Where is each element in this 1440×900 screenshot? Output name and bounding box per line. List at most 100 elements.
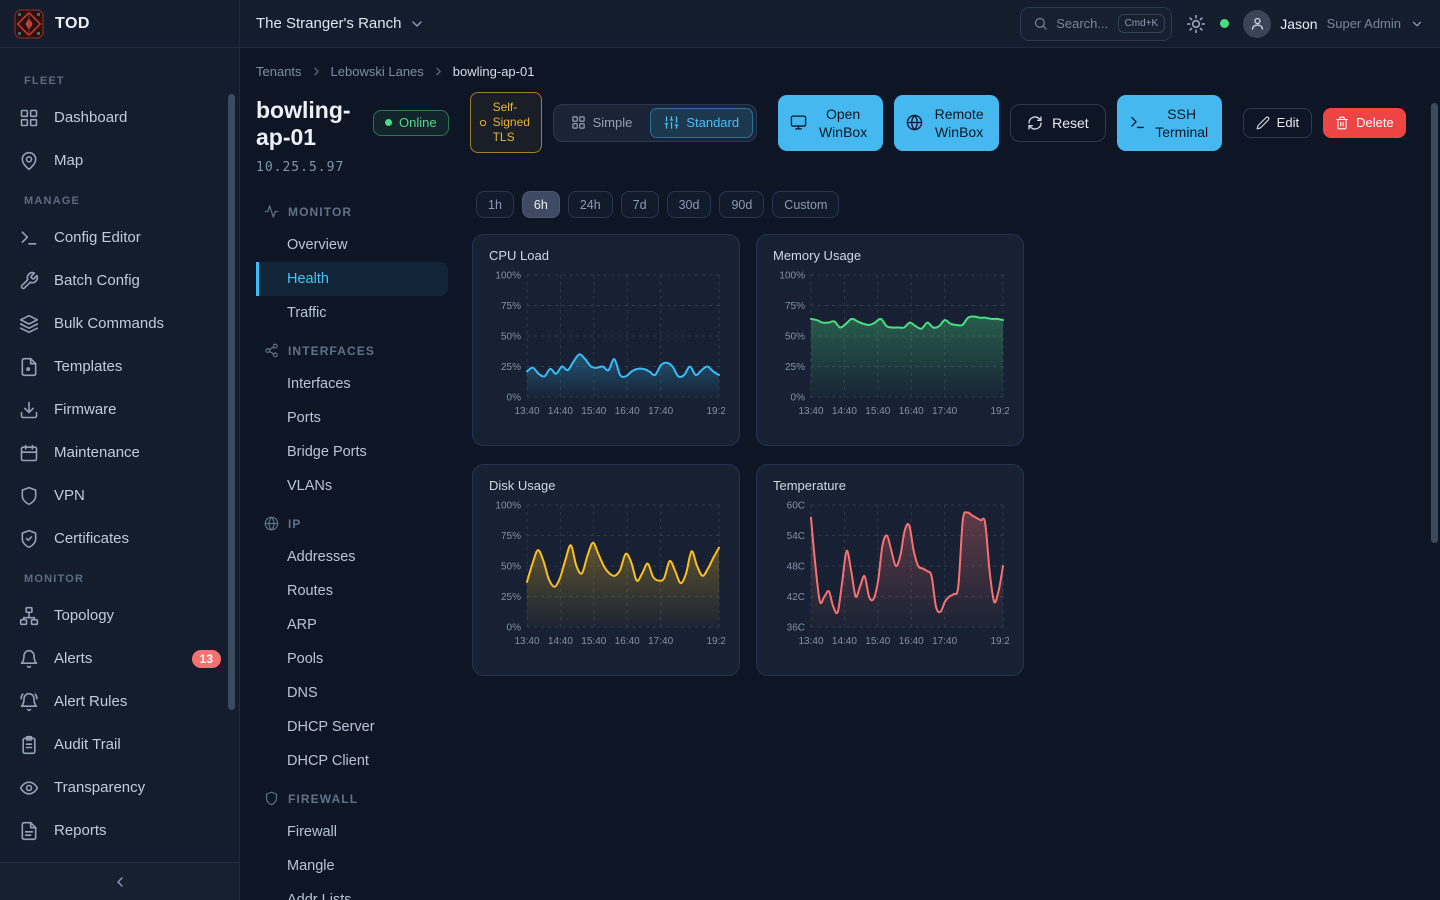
- user-name: Jason: [1280, 16, 1317, 32]
- timerange-30d[interactable]: 30d: [667, 191, 712, 218]
- topology-icon: [19, 606, 39, 626]
- svg-text:16:40: 16:40: [899, 636, 924, 647]
- layers-icon: [19, 314, 39, 334]
- subnav-item-addr-lists[interactable]: Addr Lists: [256, 883, 448, 900]
- sidebar-item-alerts[interactable]: Alerts 13: [0, 637, 239, 680]
- pencil-icon: [1256, 116, 1270, 130]
- breadcrumb-tenants[interactable]: Tenants: [256, 64, 302, 79]
- shield-check-icon: [19, 529, 39, 549]
- subnav-item-overview[interactable]: Overview: [256, 228, 448, 262]
- sidebar-item-config-editor[interactable]: Config Editor: [0, 216, 239, 259]
- svg-text:16:40: 16:40: [615, 406, 640, 417]
- subnav-item-firewall[interactable]: Firewall: [256, 815, 448, 849]
- chevron-left-icon: [112, 874, 128, 890]
- breadcrumb-lebowski-lanes[interactable]: Lebowski Lanes: [331, 64, 424, 79]
- sliders-icon: [664, 115, 679, 130]
- view-toggle-standard[interactable]: Standard: [650, 108, 753, 138]
- sidebar-item-label: Bulk Commands: [54, 315, 164, 332]
- chevron-down-icon: [1410, 17, 1424, 31]
- sidebar-item-alert-rules[interactable]: Alert Rules: [0, 680, 239, 723]
- subnav-item-health[interactable]: Health: [256, 262, 448, 296]
- sidebar-collapse-button[interactable]: [0, 862, 239, 900]
- sidebar-item-topology[interactable]: Topology: [0, 594, 239, 637]
- sidebar-item-label: Alerts: [54, 650, 92, 667]
- sidebar-section-monitor: MONITOR: [0, 560, 239, 594]
- timerange-6h[interactable]: 6h: [522, 191, 560, 218]
- svg-text:48C: 48C: [787, 562, 805, 573]
- sidebar-item-maintenance[interactable]: Maintenance: [0, 431, 239, 474]
- subnav-item-dns[interactable]: DNS: [256, 676, 448, 710]
- tenant-selector[interactable]: The Stranger's Ranch: [256, 15, 425, 32]
- shield-icon: [264, 791, 279, 806]
- sidebar-item-label: Dashboard: [54, 109, 127, 126]
- timerange-90d[interactable]: 90d: [719, 191, 764, 218]
- subnav-item-addresses[interactable]: Addresses: [256, 540, 448, 574]
- sidebar-item-reports[interactable]: Reports: [0, 809, 239, 852]
- page-scrollbar[interactable]: [1431, 103, 1438, 543]
- alerts-count-badge: 13: [192, 650, 221, 668]
- remote-winbox-button[interactable]: Remote WinBox: [894, 95, 999, 151]
- grid-icon: [571, 115, 586, 130]
- subnav-item-bridge-ports[interactable]: Bridge Ports: [256, 435, 448, 469]
- sidebar-item-certificates[interactable]: Certificates: [0, 517, 239, 560]
- sidebar-item-templates[interactable]: Templates: [0, 345, 239, 388]
- sidebar-item-batch-config[interactable]: Batch Config: [0, 259, 239, 302]
- topbar: TOD The Stranger's Ranch Search... Cmd+K…: [0, 0, 1440, 48]
- svg-text:100%: 100%: [779, 271, 805, 282]
- sidebar-item-firmware[interactable]: Firmware: [0, 388, 239, 431]
- device-name: bowling-ap-01: [256, 97, 362, 151]
- subnav-item-interfaces[interactable]: Interfaces: [256, 367, 448, 401]
- svg-text:15:40: 15:40: [581, 406, 606, 417]
- subnav-item-arp[interactable]: ARP: [256, 608, 448, 642]
- sidebar-item-label: Reports: [54, 822, 107, 839]
- delete-button[interactable]: Delete: [1323, 108, 1406, 138]
- sidebar-item-vpn[interactable]: VPN: [0, 474, 239, 517]
- svg-text:100%: 100%: [495, 501, 521, 512]
- sidebar-scrollbar[interactable]: [228, 94, 235, 710]
- subnav-item-mangle[interactable]: Mangle: [256, 849, 448, 883]
- svg-text:25%: 25%: [501, 362, 521, 373]
- timerange-7d[interactable]: 7d: [621, 191, 659, 218]
- reset-button[interactable]: Reset: [1010, 104, 1106, 142]
- svg-text:0%: 0%: [507, 393, 522, 404]
- sidebar-item-transparency[interactable]: Transparency: [0, 766, 239, 809]
- view-mode-toggle: SimpleStandard: [553, 104, 758, 142]
- svg-text:15:40: 15:40: [865, 406, 890, 417]
- tenant-name: The Stranger's Ranch: [256, 15, 401, 32]
- ssh-terminal-button[interactable]: SSH Terminal: [1117, 95, 1222, 151]
- sidebar-section-manage: MANAGE: [0, 182, 239, 216]
- app-logo[interactable]: TOD: [0, 0, 240, 47]
- sidebar-item-label: Audit Trail: [54, 736, 121, 753]
- subnav-section-label: FIREWALL: [288, 792, 358, 806]
- open-winbox-button[interactable]: Open WinBox: [778, 95, 883, 151]
- timerange-24h[interactable]: 24h: [568, 191, 613, 218]
- svg-text:54C: 54C: [787, 531, 805, 542]
- timerange-custom[interactable]: Custom: [772, 191, 839, 218]
- sidebar-item-bulk-commands[interactable]: Bulk Commands: [0, 302, 239, 345]
- svg-text:14:40: 14:40: [832, 406, 857, 417]
- sidebar-item-label: Certificates: [54, 530, 129, 547]
- subnav-item-dhcp-server[interactable]: DHCP Server: [256, 710, 448, 744]
- subnav-item-ports[interactable]: Ports: [256, 401, 448, 435]
- subnav-item-pools[interactable]: Pools: [256, 642, 448, 676]
- timerange-1h[interactable]: 1h: [476, 191, 514, 218]
- subnav-item-routes[interactable]: Routes: [256, 574, 448, 608]
- svg-text:0%: 0%: [791, 393, 806, 404]
- user-menu[interactable]: Jason Super Admin: [1243, 10, 1424, 38]
- sidebar-item-dashboard[interactable]: Dashboard: [0, 96, 239, 139]
- search-input[interactable]: Search... Cmd+K: [1020, 7, 1172, 41]
- subnav-item-traffic[interactable]: Traffic: [256, 296, 448, 330]
- view-toggle-simple[interactable]: Simple: [557, 108, 647, 138]
- svg-text:36C: 36C: [787, 623, 805, 634]
- clipboard-icon: [19, 735, 39, 755]
- edit-button[interactable]: Edit: [1243, 108, 1312, 138]
- sidebar-item-audit-trail[interactable]: Audit Trail: [0, 723, 239, 766]
- search-placeholder: Search...: [1056, 16, 1109, 31]
- map-pin-icon: [19, 151, 39, 171]
- subnav-item-dhcp-client[interactable]: DHCP Client: [256, 744, 448, 778]
- theme-toggle-sun-icon[interactable]: [1186, 14, 1206, 34]
- subnav-item-vlans[interactable]: VLANs: [256, 469, 448, 503]
- svg-text:13:40: 13:40: [798, 636, 823, 647]
- device-subnav: MONITOROverviewHealthTrafficINTERFACESIn…: [256, 191, 448, 900]
- sidebar-item-map[interactable]: Map: [0, 139, 239, 182]
